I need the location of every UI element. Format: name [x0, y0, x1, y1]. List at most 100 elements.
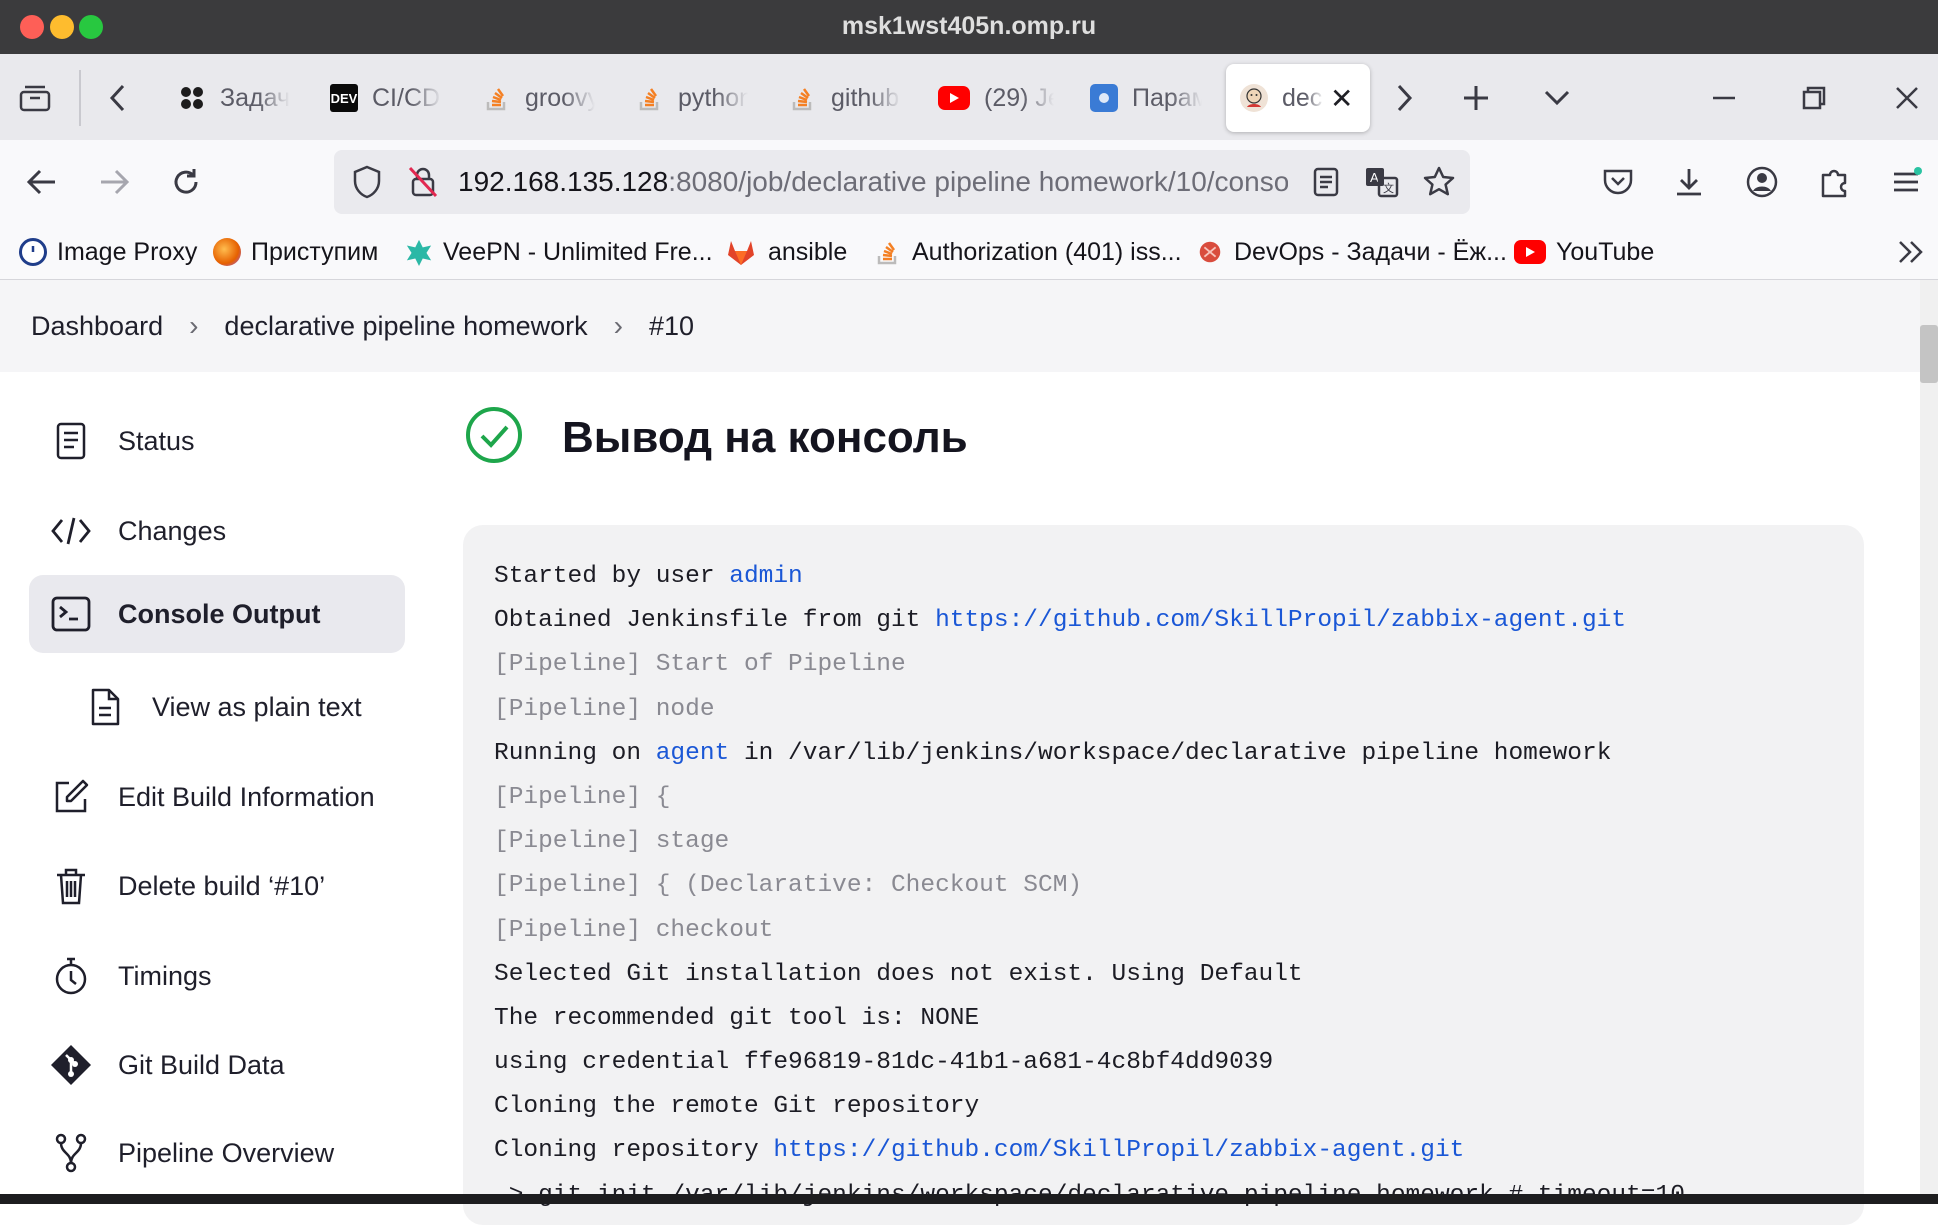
tab-github[interactable]: github — [789, 64, 909, 132]
app-menu-button[interactable] — [1882, 158, 1930, 206]
bookmark-star-icon[interactable] — [1422, 165, 1456, 204]
stackoverflow-icon — [789, 84, 817, 112]
console-line: Obtained Jenkinsfile from git https://gi… — [494, 607, 1627, 635]
bookmark-veepn[interactable]: VeePN - Unlimited Fre... — [405, 234, 713, 270]
more-bookmarks-button[interactable] — [1896, 234, 1926, 270]
breadcrumb-job[interactable]: declarative pipeline homework — [224, 311, 587, 342]
arrow-right-icon — [101, 169, 130, 195]
extensions-button[interactable] — [1810, 158, 1858, 206]
console-line: using credential ffe96819-81dc-41b1-a681… — [494, 1049, 1274, 1077]
account-button[interactable] — [1738, 158, 1786, 206]
console-line: [Pipeline] stage — [494, 828, 730, 856]
puzzle-icon — [1821, 169, 1847, 198]
console-line: Selected Git installation does not exist… — [494, 960, 1303, 988]
breadcrumb: Dashboard › declarative pipeline homewor… — [0, 280, 1920, 372]
sidebar-item-plain-text[interactable]: View as plain text — [29, 668, 405, 746]
dock-edge — [0, 1194, 1938, 1204]
document-icon — [49, 419, 93, 463]
back-button[interactable] — [18, 158, 66, 206]
scroll-tabs-left-button[interactable] — [94, 74, 142, 122]
edit-icon — [49, 775, 93, 819]
scrollbar-thumb[interactable] — [1920, 325, 1938, 383]
page-heading: Вывод на консоль — [464, 405, 968, 470]
sidebar: Status Changes Console Output View as pl… — [0, 372, 440, 1204]
firefox-icon — [213, 238, 241, 266]
window-titlebar: msk1wst405n.omp.ru — [0, 0, 1938, 54]
reload-button[interactable] — [162, 158, 210, 206]
bookmark-devops[interactable]: DevOps - Задачи - Ёж... — [1196, 234, 1507, 270]
restore-button[interactable] — [1790, 74, 1838, 122]
chevron-right-icon: › — [613, 310, 623, 341]
url-text[interactable]: 192.168.135.128:8080/job/declarative pip… — [458, 150, 1288, 214]
gitlab-icon — [724, 238, 758, 266]
sidebar-item-console-output[interactable]: Console Output — [29, 575, 405, 653]
sidebar-item-delete-build[interactable]: Delete build ‘#10’ — [29, 847, 405, 925]
sidebar-item-edit-build[interactable]: Edit Build Information — [29, 758, 405, 836]
sidebar-item-status[interactable]: Status — [29, 402, 405, 480]
reader-view-icon[interactable] — [1312, 166, 1340, 203]
minimize-button[interactable] — [1700, 74, 1748, 122]
tab-groovy[interactable]: groovy — [483, 64, 603, 132]
repo-link[interactable]: https://github.com/SkillPropil/zabbix-ag… — [935, 607, 1626, 634]
youtube-icon — [938, 86, 970, 110]
insecure-lock-icon[interactable] — [406, 164, 440, 205]
url-host: 192.168.135.128 — [458, 166, 669, 197]
sidebar-item-timings[interactable]: Timings — [29, 937, 405, 1015]
tab-youtube[interactable]: (29) Je — [938, 64, 1062, 132]
tab-declarative[interactable]: declarative ✕ — [1226, 64, 1370, 132]
svg-text:文: 文 — [1383, 181, 1394, 195]
forward-button[interactable] — [90, 158, 138, 206]
console-line: Started by user admin — [494, 563, 803, 590]
breadcrumb-dashboard[interactable]: Dashboard — [31, 311, 163, 342]
sidebar-item-git-build-data[interactable]: Git Build Data — [29, 1026, 405, 1104]
veepn-icon — [405, 238, 433, 266]
breadcrumb-build[interactable]: #10 — [649, 311, 694, 342]
close-tab-icon[interactable]: ✕ — [1330, 82, 1353, 115]
chevron-right-icon — [1397, 84, 1413, 112]
reload-icon — [174, 169, 198, 194]
translate-icon[interactable]: A文 — [1364, 165, 1400, 204]
shield-icon[interactable] — [350, 164, 384, 205]
console-line: The recommended git tool is: NONE — [494, 1004, 980, 1032]
downloads-button[interactable] — [1665, 158, 1713, 206]
tab-strip-divider — [79, 70, 81, 126]
new-tab-button[interactable] — [1452, 74, 1500, 122]
tab-overview-icon — [19, 85, 51, 112]
user-admin-link[interactable]: admin — [729, 563, 803, 590]
pocket-button[interactable] — [1594, 158, 1642, 206]
agent-link[interactable]: agent — [656, 740, 730, 767]
sidebar-item-pipeline-overview[interactable]: Pipeline Overview — [29, 1114, 405, 1192]
terminal-icon — [49, 592, 93, 636]
tab-overview-button[interactable] — [11, 74, 59, 122]
svg-text:A: A — [1370, 170, 1379, 185]
download-icon — [1677, 169, 1701, 196]
settings-page-icon — [1090, 84, 1118, 112]
page-scrollbar[interactable] — [1920, 280, 1938, 1204]
jenkins-icon — [1240, 84, 1268, 112]
tab-python[interactable]: python — [636, 64, 756, 132]
bookmark-ansible[interactable]: ansible — [724, 234, 847, 270]
success-check-icon — [464, 405, 524, 470]
console-line: Cloning repository https://github.com/Sk… — [494, 1137, 1465, 1165]
tab-cicd[interactable]: DEV CI/CD — [330, 64, 450, 132]
tab-settings-page[interactable]: Параметры — [1090, 64, 1210, 132]
page-title: Вывод на консоль — [562, 412, 968, 462]
console-line: [Pipeline] Start of Pipeline — [494, 651, 906, 679]
tab-zadachi[interactable]: Задачи — [178, 64, 298, 132]
scroll-tabs-right-button[interactable] — [1380, 74, 1428, 122]
address-bar[interactable]: 192.168.135.128:8080/job/declarative pip… — [334, 150, 1470, 214]
console-line: Running on agent in /var/lib/jenkins/wor… — [494, 739, 1612, 767]
arrow-left-icon — [26, 169, 55, 195]
bookmark-youtube[interactable]: YouTube — [1514, 234, 1654, 270]
console-line: [Pipeline] { — [494, 783, 671, 811]
close-button[interactable] — [1883, 74, 1931, 122]
chevron-right-icon: › — [189, 310, 199, 341]
bookmarks-toolbar: Image Proxy Приступим VeePN - Unlimited … — [0, 224, 1938, 280]
bookmark-authorization[interactable]: Authorization (401) iss... — [874, 234, 1182, 270]
list-all-tabs-button[interactable] — [1533, 74, 1581, 122]
slack-icon — [178, 84, 206, 112]
repo-link[interactable]: https://github.com/SkillPropil/zabbix-ag… — [773, 1137, 1464, 1164]
bookmark-pristupim[interactable]: Приступим — [213, 234, 378, 270]
bookmark-image-proxy[interactable]: Image Proxy — [19, 234, 197, 270]
sidebar-item-changes[interactable]: Changes — [29, 492, 405, 570]
